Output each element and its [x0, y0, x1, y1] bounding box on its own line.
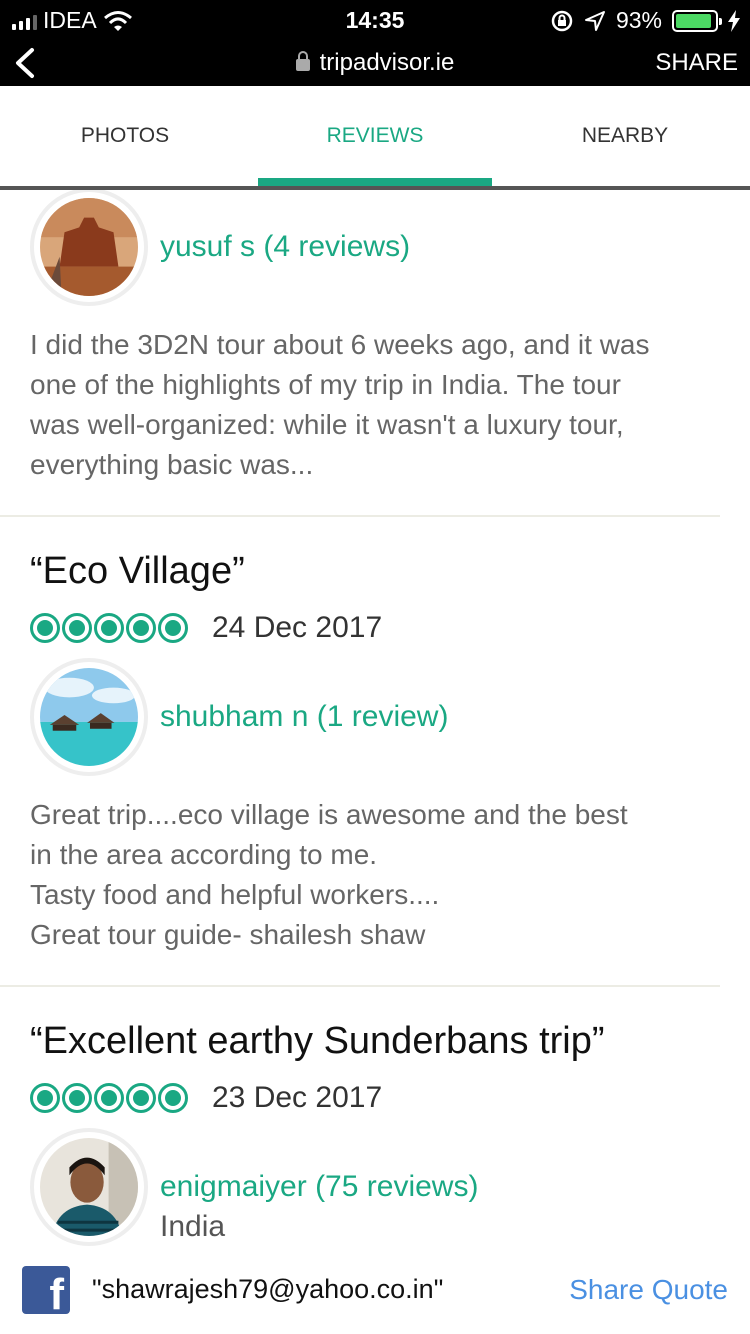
share-button[interactable]: SHARE: [655, 49, 738, 77]
rating-bubble-icon: [158, 1083, 188, 1113]
location-arrow-icon: [584, 10, 605, 31]
review-text-line: Great trip....eco village is awesome and…: [30, 799, 628, 830]
review-separator: [0, 985, 720, 987]
browser-nav-bar: tripadvisor.ie SHARE: [0, 40, 750, 86]
review-text-line: Tasty food and helpful workers....: [30, 879, 440, 910]
rating-bubble-icon: [30, 1083, 60, 1113]
battery-percent: 93%: [615, 7, 662, 33]
review-body[interactable]: Great trip....eco village is awesome and…: [30, 795, 730, 955]
avatar[interactable]: [30, 658, 148, 776]
rating-bubble-icon: [94, 1083, 124, 1113]
facebook-icon[interactable]: f: [22, 1266, 70, 1314]
rotation-lock-icon: [551, 10, 573, 31]
charging-icon: [728, 9, 740, 32]
review-title[interactable]: “Excellent earthy Sunderbans trip”: [30, 1020, 605, 1063]
url-text: tripadvisor.ie: [319, 49, 455, 76]
beach-resort-photo: [40, 668, 138, 766]
review-text-line: one of the highlights of my trip in Indi…: [30, 369, 621, 400]
rating-bubble-icon: [94, 613, 124, 643]
lock-icon: [295, 51, 310, 71]
review-text-line: was well-organized: while it wasn't a lu…: [30, 409, 624, 440]
rating-bubble-icon: [30, 613, 60, 643]
desert-rock-photo: [40, 198, 138, 296]
rating-bubble-icon: [62, 1083, 92, 1113]
reviewer-name[interactable]: shubham n (1 review): [160, 700, 448, 734]
avatar[interactable]: [30, 190, 148, 306]
review-title[interactable]: “Eco Village”: [30, 550, 245, 593]
avatar[interactable]: [30, 1128, 148, 1246]
url-display: tripadvisor.ie: [0, 49, 750, 77]
review-separator: [0, 515, 720, 517]
tab-photos[interactable]: PHOTOS: [0, 124, 250, 148]
active-tab-indicator: [258, 178, 492, 186]
rating-bubble-icon: [126, 613, 156, 643]
share-quote-button[interactable]: Share Quote: [569, 1274, 728, 1306]
review-body[interactable]: I did the 3D2N tour about 6 weeks ago, a…: [30, 325, 730, 485]
person-photo: [40, 1138, 138, 1236]
reviewer-name[interactable]: enigmaiyer (75 reviews): [160, 1170, 478, 1204]
share-bar: f "shawrajesh79@yahoo.co.in" Share Quote: [0, 1248, 750, 1334]
review-text-line: in the area according to me.: [30, 839, 378, 870]
review-date: 23 Dec 2017: [212, 1081, 383, 1114]
review-text-line: everything basic was...: [30, 449, 314, 480]
status-bar: IDEA 14:35 93%: [0, 0, 750, 40]
rating-bubbles: [30, 1083, 188, 1113]
tab-bar: PHOTOS REVIEWS NEARBY: [0, 86, 750, 190]
status-right: 93%: [550, 7, 740, 34]
review-date: 24 Dec 2017: [212, 611, 383, 644]
rating-bubble-icon: [126, 1083, 156, 1113]
rating-bubble-icon: [158, 613, 188, 643]
rating-bubbles: [30, 613, 188, 643]
reviewer-location: India: [160, 1210, 226, 1243]
review-text-line: I did the 3D2N tour about 6 weeks ago, a…: [30, 329, 650, 360]
tab-nearby[interactable]: NEARBY: [500, 124, 750, 148]
tab-reviews[interactable]: REVIEWS: [250, 124, 500, 148]
review-text-line: Great tour guide- shailesh shaw: [30, 919, 426, 950]
battery-icon: [672, 9, 722, 32]
share-email-text: "shawrajesh79@yahoo.co.in": [92, 1274, 444, 1304]
rating-bubble-icon: [62, 613, 92, 643]
reviews-list[interactable]: yusuf s (4 reviews) I did the 3D2N tour …: [0, 190, 750, 1248]
reviewer-name[interactable]: yusuf s (4 reviews): [160, 230, 410, 264]
